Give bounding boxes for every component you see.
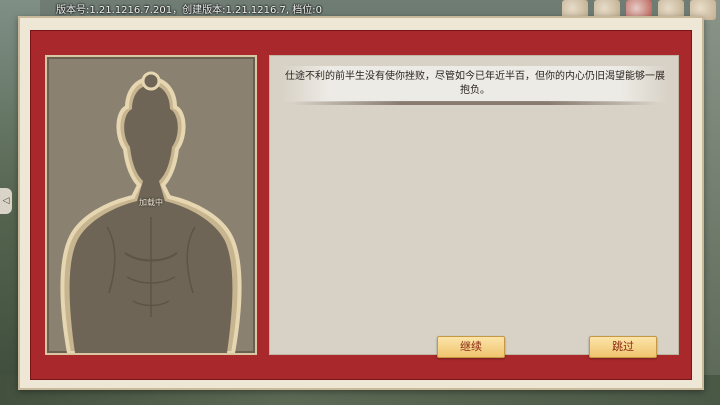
character-portrait: 加载中: [45, 55, 257, 355]
story-dialog: 加载中 仕途不利的前半生没有使你挫败，尽管如今已年近半百，但你的内心仍旧渴望能够…: [18, 16, 704, 390]
continue-button[interactable]: 继续: [437, 336, 505, 358]
story-text: 仕途不利的前半生没有使你挫败，尽管如今已年近半百，但你的内心仍旧渴望能够一展抱负…: [282, 66, 668, 105]
version-info: 版本号:1.21.1216.7.201，创建版本:1.21.1216.7, 档位…: [56, 5, 322, 16]
dialog-red-panel: 加载中 仕途不利的前半生没有使你挫败，尽管如今已年近半百，但你的内心仍旧渴望能够…: [30, 30, 692, 380]
side-collapse-tab[interactable]: ◁: [0, 188, 12, 214]
skip-button[interactable]: 跳过: [589, 336, 657, 358]
figure-loading-label: 加载中: [139, 198, 163, 207]
story-text-box: 仕途不利的前半生没有使你挫败，尽管如今已年近半百，但你的内心仍旧渴望能够一展抱负…: [269, 55, 679, 355]
